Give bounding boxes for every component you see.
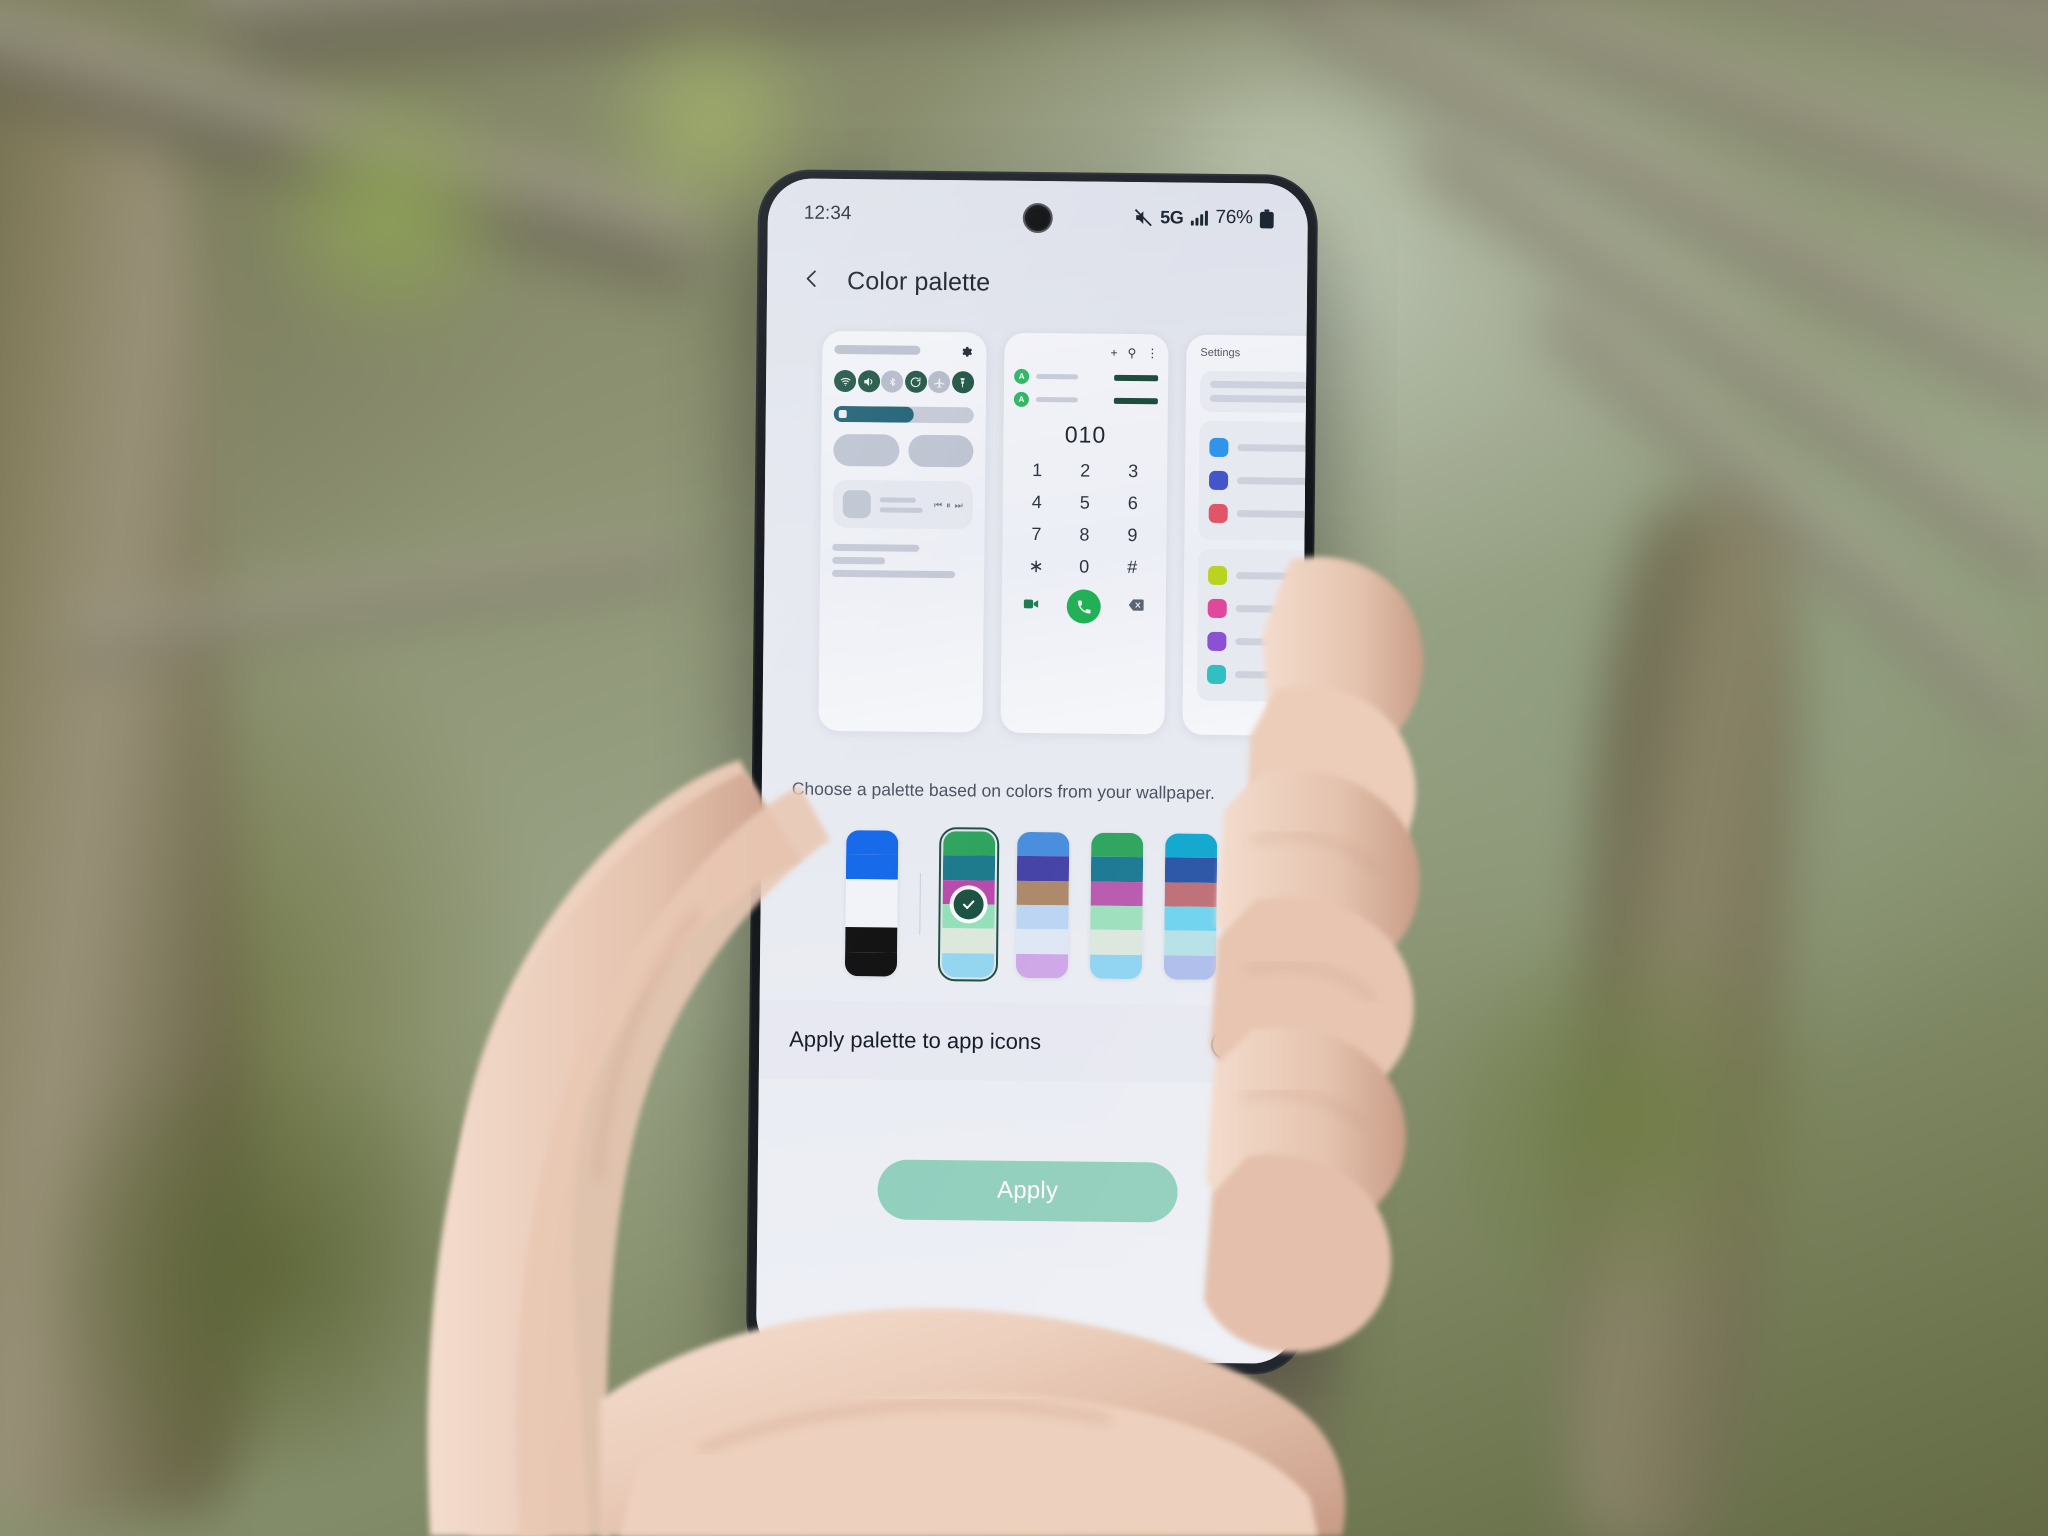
- palette-option-wallpaper-4[interactable]: [1163, 833, 1217, 980]
- apply-button[interactable]: Apply: [877, 1159, 1178, 1223]
- next-icon[interactable]: ⏭: [955, 500, 963, 511]
- check-icon: [952, 889, 984, 920]
- settings-row[interactable]: [1208, 464, 1307, 498]
- contact-row[interactable]: A: [1014, 368, 1159, 386]
- settings-row[interactable]: [1207, 592, 1307, 626]
- palette-option-wallpaper-1[interactable]: [936, 826, 1000, 983]
- themes-icon: [1207, 598, 1227, 619]
- phone-screen: 12:34 5G 76% Color palette ⏮ ⏸ ⏭ + ⚲ ⋮ A…: [755, 178, 1309, 1364]
- settings-preview-title: Settings: [1200, 346, 1241, 360]
- instruction-text: Choose a palette based on colors from yo…: [791, 777, 1216, 803]
- apply-to-app-icons-row[interactable]: Apply palette to app icons: [758, 1000, 1300, 1084]
- wallpaper-icon: [1207, 565, 1228, 586]
- signal-bars-icon: [1190, 210, 1208, 226]
- apply-to-app-icons-switch[interactable]: [1211, 1028, 1268, 1060]
- key-6[interactable]: 6: [1109, 493, 1157, 515]
- network-type-label: 5G: [1160, 206, 1184, 228]
- palette-option-wallpaper-2[interactable]: [1015, 831, 1069, 979]
- key-9[interactable]: 9: [1108, 525, 1156, 547]
- dialed-number: 010: [1064, 421, 1107, 448]
- settings-group: [1198, 420, 1307, 542]
- connections-icon: [1209, 437, 1229, 458]
- settings-row[interactable]: [1207, 625, 1307, 659]
- wifi-icon[interactable]: [833, 369, 857, 393]
- key-8[interactable]: 8: [1060, 524, 1108, 546]
- settings-row[interactable]: [1208, 497, 1307, 531]
- key-7[interactable]: 7: [1012, 524, 1060, 546]
- page-title: Color palette: [846, 266, 991, 297]
- home-icon: [1206, 664, 1227, 685]
- battery-percent-label: 76%: [1215, 206, 1253, 229]
- lockscreen-icon: [1207, 631, 1227, 652]
- airplane-icon[interactable]: [928, 370, 951, 394]
- bluetooth-icon[interactable]: [881, 370, 904, 393]
- preview-card-dialer[interactable]: + ⚲ ⋮ A A 010 1 2 3 4 5 6 7 8 9 ∗ 0 #: [1000, 332, 1169, 735]
- preview-card-settings[interactable]: Settings: [1182, 334, 1307, 737]
- display-icon: [1208, 503, 1228, 524]
- chevron-left-icon: [801, 267, 823, 294]
- contact-row[interactable]: A: [1013, 391, 1158, 409]
- flashlight-icon[interactable]: [951, 371, 975, 394]
- preview-carousel[interactable]: ⏮ ⏸ ⏭ + ⚲ ⋮ A A 010 1 2 3 4 5 6 7 8 9 ∗ …: [762, 320, 1307, 766]
- settings-group: [1196, 548, 1307, 703]
- more-icon[interactable]: ⋮: [1146, 346, 1158, 360]
- palette-option-wallpaper-3[interactable]: [1089, 832, 1143, 980]
- palette-option-basic[interactable]: [844, 830, 898, 977]
- avatar: A: [1014, 368, 1030, 384]
- key-2[interactable]: 2: [1061, 460, 1109, 482]
- add-icon[interactable]: +: [1111, 346, 1118, 360]
- phone-device: 12:34 5G 76% Color palette ⏮ ⏸ ⏭ + ⚲ ⋮ A…: [745, 169, 1319, 1375]
- apply-to-app-icons-label: Apply palette to app icons: [789, 1026, 1042, 1055]
- key-3[interactable]: 3: [1109, 461, 1157, 483]
- sounds-icon: [1208, 470, 1229, 491]
- settings-row[interactable]: [1207, 559, 1307, 593]
- pause-icon[interactable]: ⏸: [946, 500, 951, 511]
- key-star[interactable]: ∗: [1012, 556, 1060, 578]
- notification-block: [832, 540, 972, 579]
- sound-icon[interactable]: [857, 370, 880, 393]
- battery-icon: [1259, 208, 1274, 228]
- apply-button-container: Apply: [757, 1143, 1298, 1239]
- settings-search-block: [1199, 370, 1307, 414]
- avatar: A: [1013, 391, 1029, 407]
- status-bar: 12:34 5G 76%: [768, 192, 1308, 240]
- key-4[interactable]: 4: [1013, 492, 1061, 514]
- app-bar: Color palette: [767, 250, 1308, 316]
- keypad[interactable]: 1 2 3 4 5 6 7 8 9 ∗ 0 #: [1012, 460, 1157, 579]
- quick-pill[interactable]: [907, 434, 974, 468]
- key-5[interactable]: 5: [1061, 492, 1109, 514]
- video-call-icon[interactable]: [1023, 597, 1039, 615]
- quick-toggle-row[interactable]: [833, 369, 975, 394]
- settings-row[interactable]: [1209, 431, 1307, 465]
- call-icon[interactable]: [1066, 589, 1101, 624]
- backspace-icon[interactable]: [1128, 598, 1144, 616]
- back-button[interactable]: [797, 266, 827, 296]
- key-1[interactable]: 1: [1013, 460, 1061, 482]
- settings-row[interactable]: [1206, 658, 1307, 692]
- brightness-slider[interactable]: [833, 405, 974, 424]
- quick-pill[interactable]: [833, 433, 900, 467]
- mute-icon: [1134, 208, 1153, 227]
- key-0[interactable]: 0: [1060, 556, 1108, 578]
- palette-divider: [918, 872, 921, 935]
- album-art: [842, 490, 871, 519]
- switch-knob: [1213, 1030, 1241, 1058]
- preview-card-quick-panel[interactable]: ⏮ ⏸ ⏭: [818, 330, 987, 733]
- sync-icon[interactable]: [904, 370, 927, 393]
- key-hash[interactable]: #: [1108, 557, 1156, 579]
- palette-list[interactable]: [760, 812, 1302, 998]
- search-icon[interactable]: ⚲: [1128, 346, 1137, 360]
- gear-icon: [959, 345, 973, 363]
- status-clock: 12:34: [803, 202, 852, 225]
- media-card[interactable]: ⏮ ⏸ ⏭: [832, 479, 974, 530]
- previous-icon[interactable]: ⏮: [934, 499, 942, 510]
